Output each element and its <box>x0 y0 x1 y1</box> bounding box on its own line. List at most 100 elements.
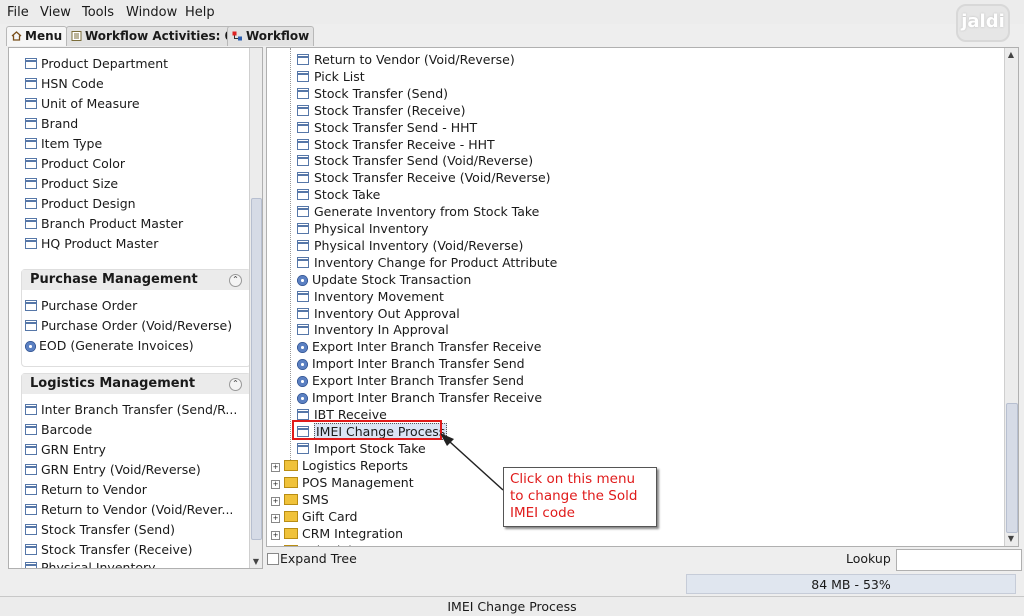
document-icon <box>297 307 309 319</box>
expand-icon[interactable]: + <box>271 463 280 472</box>
left-menu-item[interactable]: Inter Branch Transfer (Send/R... <box>25 401 237 419</box>
menu-window[interactable]: Window <box>126 5 177 20</box>
tree-item[interactable]: Physical Inventory <box>297 220 429 237</box>
left-menu-item-label: Return to Vendor (Void/Rever... <box>41 502 234 517</box>
left-menu-item[interactable]: GRN Entry (Void/Reverse) <box>25 461 201 479</box>
left-menu-item[interactable]: Branch Product Master <box>25 215 183 233</box>
collapse-icon[interactable]: ⌃ <box>229 274 242 287</box>
lookup-label: Lookup <box>846 551 891 566</box>
tree-folder[interactable]: + POS Management <box>271 474 414 491</box>
tab-workflow-activities[interactable]: Workflow Activities: 0 <box>66 26 238 46</box>
left-menu-item[interactable]: Barcode <box>25 421 92 439</box>
expand-icon[interactable]: + <box>271 497 280 506</box>
left-menu-item[interactable]: Return to Vendor <box>25 481 147 499</box>
left-menu-item[interactable]: Product Color <box>25 155 125 173</box>
left-scrollbar-thumb[interactable] <box>251 198 262 540</box>
expand-icon[interactable]: + <box>271 531 280 540</box>
tree-folder[interactable]: + Gift Card <box>271 508 357 525</box>
tree-item[interactable]: Export Inter Branch Transfer Receive <box>297 338 541 355</box>
document-icon <box>297 239 309 251</box>
menu-file[interactable]: File <box>7 5 29 20</box>
document-icon <box>25 320 37 331</box>
left-menu-item[interactable]: Purchase Order <box>25 297 137 315</box>
tree-item[interactable]: Inventory Change for Product Attribute <box>297 254 557 271</box>
left-menu-item[interactable]: Stock Transfer (Send) <box>25 521 175 539</box>
tree-item[interactable]: Import Stock Take <box>297 440 426 457</box>
tree-item[interactable]: Import Inter Branch Transfer Send <box>297 355 525 372</box>
tree-item[interactable]: Stock Transfer Receive (Void/Reverse) <box>297 169 551 186</box>
left-menu-item[interactable]: Return to Vendor (Void/Rever... <box>25 501 233 519</box>
expand-icon[interactable]: + <box>271 514 280 523</box>
expand-tree-checkbox[interactable] <box>267 553 279 565</box>
right-scrollbar-thumb[interactable] <box>1006 403 1018 533</box>
tree-item[interactable]: Stock Transfer Send (Void/Reverse) <box>297 152 533 169</box>
left-menu-item[interactable]: Product Size <box>25 175 118 193</box>
left-menu-item[interactable]: Stock Transfer (Receive) <box>25 541 193 559</box>
tree-item[interactable]: Stock Transfer (Send) <box>297 85 448 102</box>
tree-item[interactable]: Inventory Movement <box>297 288 444 305</box>
tree-folder[interactable]: + SMS <box>271 491 329 508</box>
tab-menu[interactable]: Menu <box>6 26 68 46</box>
tree-item-label: Inventory Change for Product Attribute <box>314 254 558 270</box>
scroll-down-icon[interactable]: ▼ <box>251 557 261 567</box>
document-icon <box>25 178 37 189</box>
left-menu-item[interactable]: Purchase Order (Void/Reverse) <box>25 317 232 335</box>
left-menu-item[interactable]: Unit of Measure <box>25 95 140 113</box>
tree-item-label: Import Inter Branch Transfer Send <box>312 356 525 372</box>
collapse-icon[interactable]: ⌃ <box>229 378 242 391</box>
lookup-input[interactable] <box>896 549 1022 571</box>
tree-item-label: Import Stock Take <box>314 440 426 456</box>
left-menu-item[interactable]: Product Department <box>25 55 168 73</box>
left-menu-item[interactable]: HQ Product Master <box>25 235 158 253</box>
left-menu-item[interactable]: Item Type <box>25 135 102 153</box>
left-menu-item[interactable]: EOD (Generate Invoices) <box>25 337 194 355</box>
scroll-down-icon[interactable]: ▼ <box>1006 534 1016 544</box>
tree-item[interactable]: Return to Vendor (Void/Reverse) <box>297 51 515 68</box>
expand-icon[interactable]: + <box>271 480 280 489</box>
folder-icon <box>284 511 298 522</box>
left-menu-item[interactable]: Physical Inventory <box>25 559 156 568</box>
menu-help[interactable]: Help <box>185 5 215 20</box>
menu-tools[interactable]: Tools <box>82 5 114 20</box>
tree-item-label: Return to Vendor (Void/Reverse) <box>314 52 515 67</box>
left-menu-item[interactable]: GRN Entry <box>25 441 106 459</box>
tree-folder[interactable]: + CRM Integration <box>271 525 403 542</box>
left-menu-item[interactable]: HSN Code <box>25 75 104 93</box>
document-icon <box>25 78 37 89</box>
tree-item[interactable]: Stock Transfer Send - HHT <box>297 119 477 136</box>
tree-item[interactable]: Inventory In Approval <box>297 321 449 338</box>
tree-item[interactable]: Update Stock Transaction <box>297 271 471 288</box>
workflow-icon <box>232 31 242 41</box>
tab-workflow[interactable]: Workflow <box>227 26 315 46</box>
tree-item[interactable]: Export Inter Branch Transfer Send <box>297 372 524 389</box>
tree-item[interactable]: Import Inter Branch Transfer Receive <box>297 389 542 406</box>
document-icon <box>25 444 37 455</box>
left-menu-item[interactable]: Brand <box>25 115 78 133</box>
tree-item-label: Inventory In Approval <box>314 322 449 338</box>
menu-view[interactable]: View <box>40 5 71 20</box>
right-scrollbar[interactable]: ▲ ▼ <box>1004 48 1018 546</box>
tree-item[interactable]: Physical Inventory (Void/Reverse) <box>297 237 523 254</box>
section-title: Logistics Management <box>30 376 196 391</box>
left-menu-item[interactable]: Product Design <box>25 195 136 213</box>
tree-folder[interactable]: +Schedule <box>271 542 359 546</box>
tree-item[interactable]: Inventory Out Approval <box>297 305 460 322</box>
document-icon <box>297 256 309 268</box>
tree-folder[interactable]: + Logistics Reports <box>271 457 408 474</box>
tree-item[interactable]: Stock Transfer (Receive) <box>297 102 466 119</box>
left-scrollbar[interactable]: ▼ <box>249 48 262 568</box>
tree-item[interactable]: Generate Inventory from Stock Take <box>297 203 539 220</box>
section-header[interactable]: Logistics Management ⌃ <box>22 374 250 394</box>
scroll-up-icon[interactable]: ▲ <box>1006 50 1016 60</box>
tree-item[interactable]: Stock Take <box>297 186 380 203</box>
document-icon <box>25 300 37 311</box>
gear-icon <box>297 393 308 404</box>
status-bar: IMEI Change Process <box>0 596 1024 616</box>
document-icon <box>297 206 309 218</box>
gear-icon <box>297 376 308 388</box>
tree-item[interactable]: Pick List <box>297 68 365 85</box>
document-icon <box>297 155 309 167</box>
document-icon <box>297 54 309 65</box>
section-header[interactable]: Purchase Management ⌃ <box>22 270 250 290</box>
tree-item[interactable]: Stock Transfer Receive - HHT <box>297 136 495 153</box>
